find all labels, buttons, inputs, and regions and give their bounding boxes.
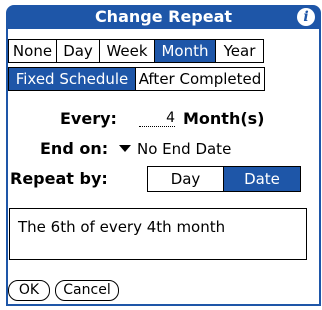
repeat-by-label: Repeat by: (10, 169, 108, 188)
tab-after-completed[interactable]: After Completed (136, 68, 264, 90)
tab-week[interactable]: Week (100, 40, 155, 62)
tab-fixed-schedule[interactable]: Fixed Schedule (9, 68, 136, 90)
repeat-description: The 6th of every 4th month (18, 218, 226, 236)
tab-month[interactable]: Month (155, 40, 216, 62)
change-repeat-dialog: Change Repeat i None Day Week Month Year… (0, 0, 322, 310)
end-date-dropdown[interactable]: No End Date (137, 140, 231, 158)
every-label: Every: (60, 109, 117, 128)
repeat-by-date[interactable]: Date (224, 167, 300, 191)
title-bar: Change Repeat i (6, 5, 321, 29)
every-interval-field[interactable]: 4 (139, 110, 175, 127)
repeat-by-day[interactable]: Day (148, 167, 224, 191)
end-on-label: End on: (40, 139, 109, 158)
dialog-title: Change Repeat (94, 7, 233, 26)
tab-none[interactable]: None (9, 40, 57, 62)
schedule-type-selector: Fixed Schedule After Completed (8, 67, 265, 91)
tab-year[interactable]: Year (216, 40, 263, 62)
every-unit-label: Month(s) (183, 109, 265, 128)
cancel-button[interactable]: Cancel (55, 280, 119, 301)
repeat-by-selector: Day Date (147, 166, 301, 192)
tab-day[interactable]: Day (57, 40, 100, 62)
info-icon[interactable]: i (297, 8, 315, 26)
repeat-description-box: The 6th of every 4th month (9, 208, 307, 260)
ok-button[interactable]: OK (8, 280, 50, 301)
period-selector: None Day Week Month Year (8, 39, 264, 63)
chevron-down-icon[interactable] (119, 145, 131, 152)
